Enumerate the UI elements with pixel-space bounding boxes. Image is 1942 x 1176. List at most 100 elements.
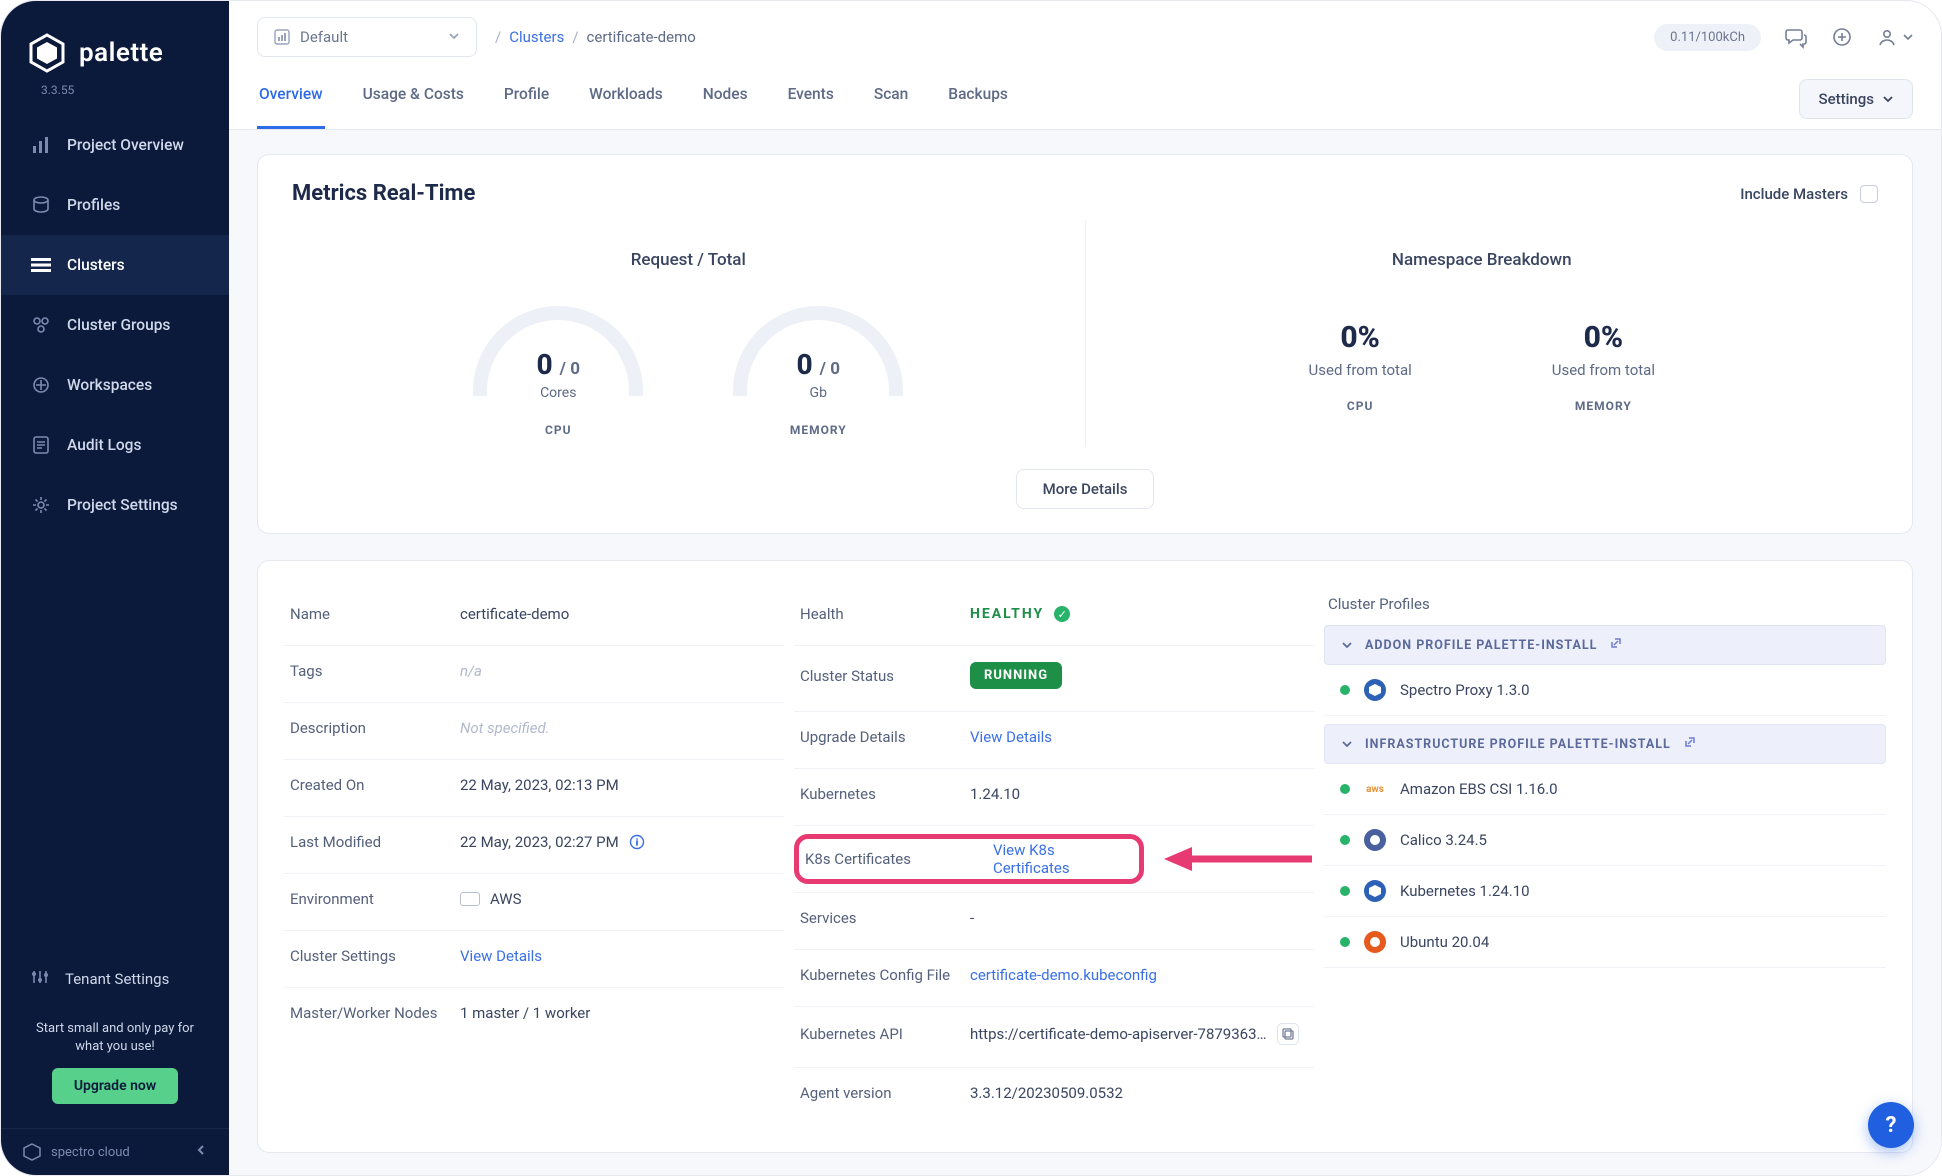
upgrade-message: Start small and only pay for what you us… (21, 1020, 209, 1068)
sidebar-footer: spectro cloud (1, 1128, 229, 1175)
spectro-logo-icon (23, 1143, 41, 1161)
pack-label: Ubuntu 20.04 (1400, 933, 1489, 951)
more-details-button[interactable]: More Details (1016, 469, 1155, 509)
kpi-memory: 0% Used from total MEMORY (1552, 320, 1655, 413)
health-value: HEALTHY✓ (970, 606, 1070, 622)
metrics-col-title: Namespace Breakdown (1106, 250, 1859, 270)
link-icon[interactable] (1683, 735, 1697, 753)
view-k8s-certificates-link[interactable]: View K8s Certificates (993, 841, 1133, 877)
user-icon (1877, 27, 1897, 47)
chevron-down-icon (1341, 738, 1353, 750)
profile-group-addon[interactable]: ADDON PROFILE PALETTE-INSTALL (1324, 625, 1886, 665)
sidebar-item-profiles[interactable]: Profiles (1, 175, 229, 235)
pack-icon (1364, 679, 1386, 701)
status-dot-icon (1340, 835, 1350, 845)
chat-icon[interactable] (1785, 26, 1807, 48)
workspaces-icon (31, 375, 51, 395)
brand-logo: palette (1, 1, 229, 79)
status-dot-icon (1340, 685, 1350, 695)
profile-group-infra[interactable]: INFRASTRUCTURE PROFILE PALETTE-INSTALL (1324, 724, 1886, 764)
services-value: - (970, 909, 974, 927)
info-icon[interactable] (629, 834, 645, 850)
brand-logo-icon (27, 33, 67, 73)
settings-button[interactable]: Settings (1799, 79, 1913, 119)
pack-label: Spectro Proxy 1.3.0 (1400, 681, 1530, 699)
pack-label: Kubernetes 1.24.10 (1400, 882, 1530, 900)
tab-usage-costs[interactable]: Usage & Costs (361, 71, 466, 129)
pack-item[interactable]: Spectro Proxy 1.3.0 (1324, 665, 1886, 716)
sidebar: palette 3.3.55 Project Overview Profiles… (1, 1, 229, 1175)
status-dot-icon (1340, 784, 1350, 794)
sidebar-item-workspaces[interactable]: Workspaces (1, 355, 229, 415)
upgrade-banner: Start small and only pay for what you us… (1, 1008, 229, 1128)
sidebar-item-project-overview[interactable]: Project Overview (1, 115, 229, 175)
main-content: Default / Clusters / certificate-demo 0.… (229, 1, 1941, 1175)
tab-events[interactable]: Events (786, 71, 836, 129)
link-icon[interactable] (1609, 636, 1623, 654)
aws-icon (460, 892, 480, 906)
audit-log-icon (31, 435, 51, 455)
user-menu[interactable] (1877, 27, 1913, 47)
tab-profile[interactable]: Profile (502, 71, 551, 129)
tab-nodes[interactable]: Nodes (701, 71, 750, 129)
project-selector-label: Default (300, 28, 348, 46)
sidebar-item-label: Clusters (67, 256, 125, 274)
topbar: Default / Clusters / certificate-demo 0.… (229, 1, 1941, 57)
upgrade-now-button[interactable]: Upgrade now (52, 1068, 178, 1104)
metrics-col-title: Request / Total (312, 250, 1065, 270)
pack-item[interactable]: Calico 3.24.5 (1324, 815, 1886, 866)
sidebar-nav: Project Overview Profiles Clusters Clust… (1, 115, 229, 535)
plus-circle-icon[interactable] (1831, 26, 1853, 48)
sidebar-item-label: Workspaces (67, 376, 152, 394)
sidebar-item-label: Project Settings (67, 496, 178, 514)
include-masters-checkbox[interactable] (1860, 185, 1878, 203)
kubernetes-version: 1.24.10 (970, 785, 1020, 803)
help-fab-button[interactable]: ? (1868, 1102, 1914, 1148)
master-worker-nodes: 1 master / 1 worker (460, 1004, 590, 1022)
cluster-tags: n/a (460, 662, 482, 680)
pack-label: Amazon EBS CSI 1.16.0 (1400, 780, 1558, 798)
metrics-title: Metrics Real-Time (292, 181, 475, 206)
pack-icon (1364, 880, 1386, 902)
project-selector[interactable]: Default (257, 17, 477, 57)
pack-label: Calico 3.24.5 (1400, 831, 1487, 849)
sidebar-item-label: Tenant Settings (65, 970, 169, 988)
kubeconfig-link[interactable]: certificate-demo.kubeconfig (970, 966, 1157, 984)
upgrade-details-link[interactable]: View Details (970, 728, 1052, 746)
details-left-column: Namecertificate-demo Tagsn/a Description… (284, 589, 784, 1124)
breadcrumb-root[interactable]: Clusters (509, 28, 564, 46)
tab-backups[interactable]: Backups (946, 71, 1010, 129)
sidebar-item-audit-logs[interactable]: Audit Logs (1, 415, 229, 475)
sidebar-item-cluster-groups[interactable]: Cluster Groups (1, 295, 229, 355)
gauge-memory: 0 / 0 Gb MEMORY (728, 306, 908, 437)
annotation-arrow-icon (1164, 839, 1314, 879)
cluster-profiles-title: Cluster Profiles (1324, 589, 1886, 625)
gear-icon (31, 495, 51, 515)
copy-icon[interactable] (1277, 1023, 1299, 1045)
chevron-down-icon (448, 28, 460, 46)
metrics-panel: Metrics Real-Time Include Masters Reques… (257, 154, 1913, 534)
sidebar-item-label: Audit Logs (67, 436, 141, 454)
tab-scan[interactable]: Scan (872, 71, 910, 129)
cluster-settings-link[interactable]: View Details (460, 947, 542, 965)
pack-item[interactable]: aws Amazon EBS CSI 1.16.0 (1324, 764, 1886, 815)
cost-badge: 0.11/100kCh (1654, 24, 1761, 51)
sidebar-item-clusters[interactable]: Clusters (1, 235, 229, 295)
kpi-cpu: 0% Used from total CPU (1309, 320, 1412, 413)
tab-workloads[interactable]: Workloads (587, 71, 665, 129)
cluster-tabs: Overview Usage & Costs Profile Workloads… (229, 57, 1941, 130)
chevron-left-icon[interactable] (195, 1144, 207, 1160)
cluster-profiles-column: Cluster Profiles ADDON PROFILE PALETTE-I… (1324, 589, 1886, 1124)
check-circle-icon: ✓ (1054, 606, 1070, 622)
include-masters-label: Include Masters (1740, 185, 1848, 203)
pack-item[interactable]: Kubernetes 1.24.10 (1324, 866, 1886, 917)
details-panel: Namecertificate-demo Tagsn/a Description… (257, 560, 1913, 1153)
pack-item[interactable]: Ubuntu 20.04 (1324, 917, 1886, 968)
dashboard-icon (31, 135, 51, 155)
sidebar-item-project-settings[interactable]: Project Settings (1, 475, 229, 535)
sidebar-item-tenant-settings[interactable]: Tenant Settings (1, 950, 229, 1008)
project-icon (274, 29, 290, 45)
sliders-icon (31, 968, 49, 990)
clusters-icon (31, 255, 51, 275)
tab-overview[interactable]: Overview (257, 71, 325, 129)
